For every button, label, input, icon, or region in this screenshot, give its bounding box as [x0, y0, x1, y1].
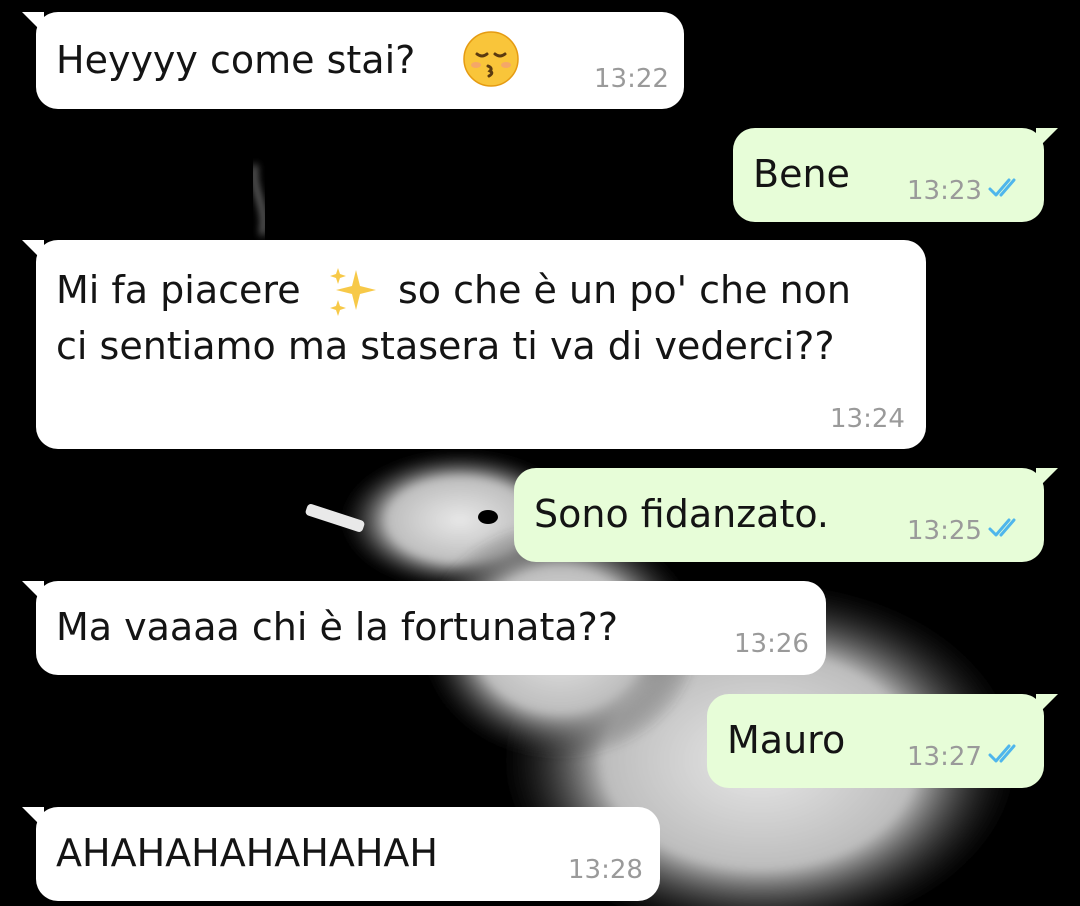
bubble-tail: [1036, 694, 1058, 716]
message-timestamp: 13:27: [907, 742, 982, 772]
read-double-check-icon: [988, 178, 1016, 197]
bubble-tail: [22, 807, 44, 829]
message-timestamp: 13:24: [830, 404, 905, 434]
bubble-tail: [1036, 468, 1058, 490]
message-timestamp: 13:26: [734, 629, 809, 659]
message-text-part2: so che è un po' che non: [398, 268, 852, 312]
bubble-tail: [22, 12, 44, 34]
message-text: AHAHAHAHAHAHAH: [56, 831, 438, 875]
message-bubble-outgoing[interactable]: Sono fidanzato. 13:25: [514, 468, 1058, 562]
chat-conversation: Heyyyy come stai? 13:22 Bene 13:23 Mi fa…: [0, 0, 1080, 906]
sparkles-icon: [330, 268, 376, 316]
message-text: Mauro: [727, 718, 846, 762]
message-bubble-incoming[interactable]: AHAHAHAHAHAHAH 13:28: [22, 807, 660, 901]
message-text: Sono fidanzato.: [534, 492, 830, 536]
message-text: Bene: [753, 152, 850, 196]
message-timestamp: 13:28: [568, 855, 643, 885]
message-text-part1: Mi fa piacere: [56, 268, 301, 312]
message-text-line2: ci sentiamo ma stasera ti va di vederci?…: [56, 324, 835, 368]
read-double-check-icon: [988, 744, 1016, 763]
message-timestamp: 13:22: [594, 64, 669, 94]
message-bubble-incoming[interactable]: Heyyyy come stai? 13:22: [22, 12, 684, 109]
message-text: Ma vaaaa chi è la fortunata??: [56, 605, 618, 649]
message-bubble-outgoing[interactable]: Mauro 13:27: [707, 694, 1058, 788]
message-timestamp: 13:25: [907, 516, 982, 546]
kissing-face-closed-eyes-icon: [463, 31, 519, 87]
message-text: Heyyyy come stai?: [56, 38, 416, 82]
message-timestamp: 13:23: [907, 176, 982, 206]
bubble-tail: [22, 240, 44, 262]
bubble-tail: [1036, 128, 1058, 150]
message-bubble-incoming[interactable]: Mi fa piacere so che è un po' che non ci…: [22, 240, 926, 449]
read-double-check-icon: [988, 518, 1016, 537]
message-bubble-incoming[interactable]: Ma vaaaa chi è la fortunata?? 13:26: [22, 581, 826, 675]
bubble-tail: [22, 581, 44, 603]
message-bubble-outgoing[interactable]: Bene 13:23: [733, 128, 1058, 222]
